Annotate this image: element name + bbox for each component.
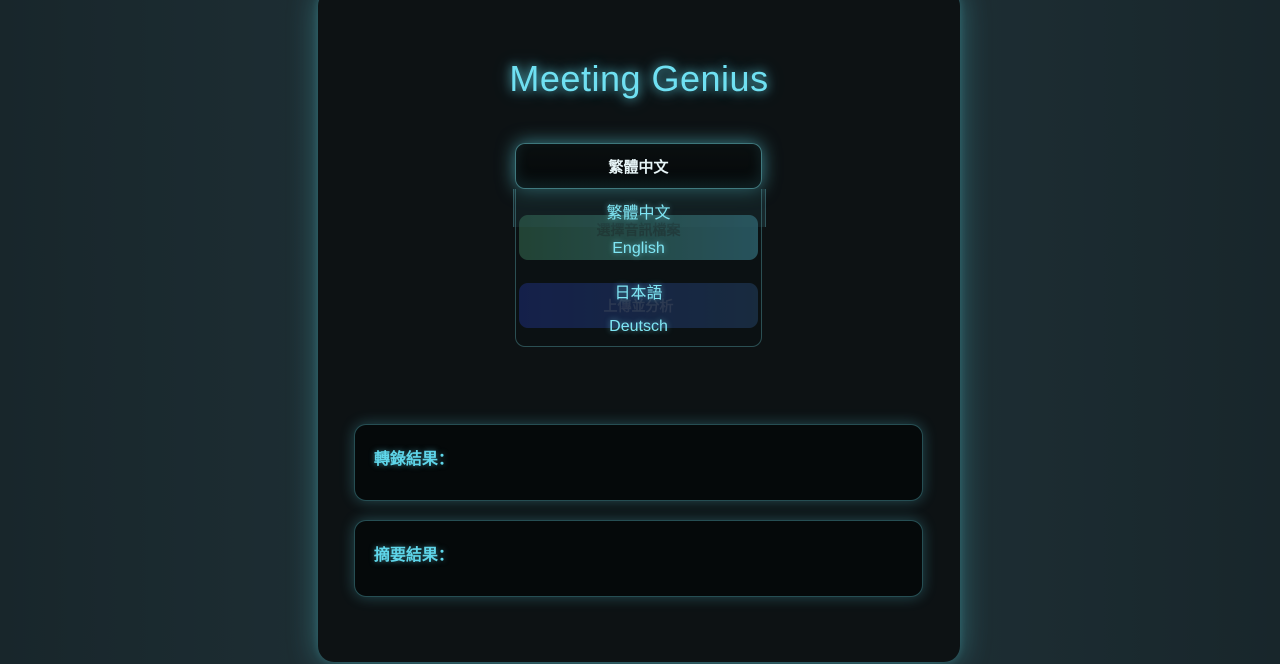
language-option-en[interactable]: English — [516, 240, 761, 258]
summary-result-box: 摘要結果： — [354, 520, 923, 597]
language-dropdown: 繁體中文 English 日本語 Deutsch — [515, 189, 762, 347]
app-title: Meeting Genius — [509, 58, 769, 99]
summary-label: 摘要結果： — [374, 545, 455, 564]
language-option-de[interactable]: Deutsch — [516, 318, 761, 336]
language-select[interactable]: 繁體中文 — [515, 143, 762, 189]
transcript-result-box: 轉錄結果： — [354, 424, 923, 501]
language-option-zh-tw[interactable]: 繁體中文 — [516, 199, 761, 223]
transcript-label: 轉錄結果： — [374, 449, 455, 468]
language-select-value: 繁體中文 — [608, 157, 669, 176]
language-option-ja[interactable]: 日本語 — [516, 279, 761, 303]
